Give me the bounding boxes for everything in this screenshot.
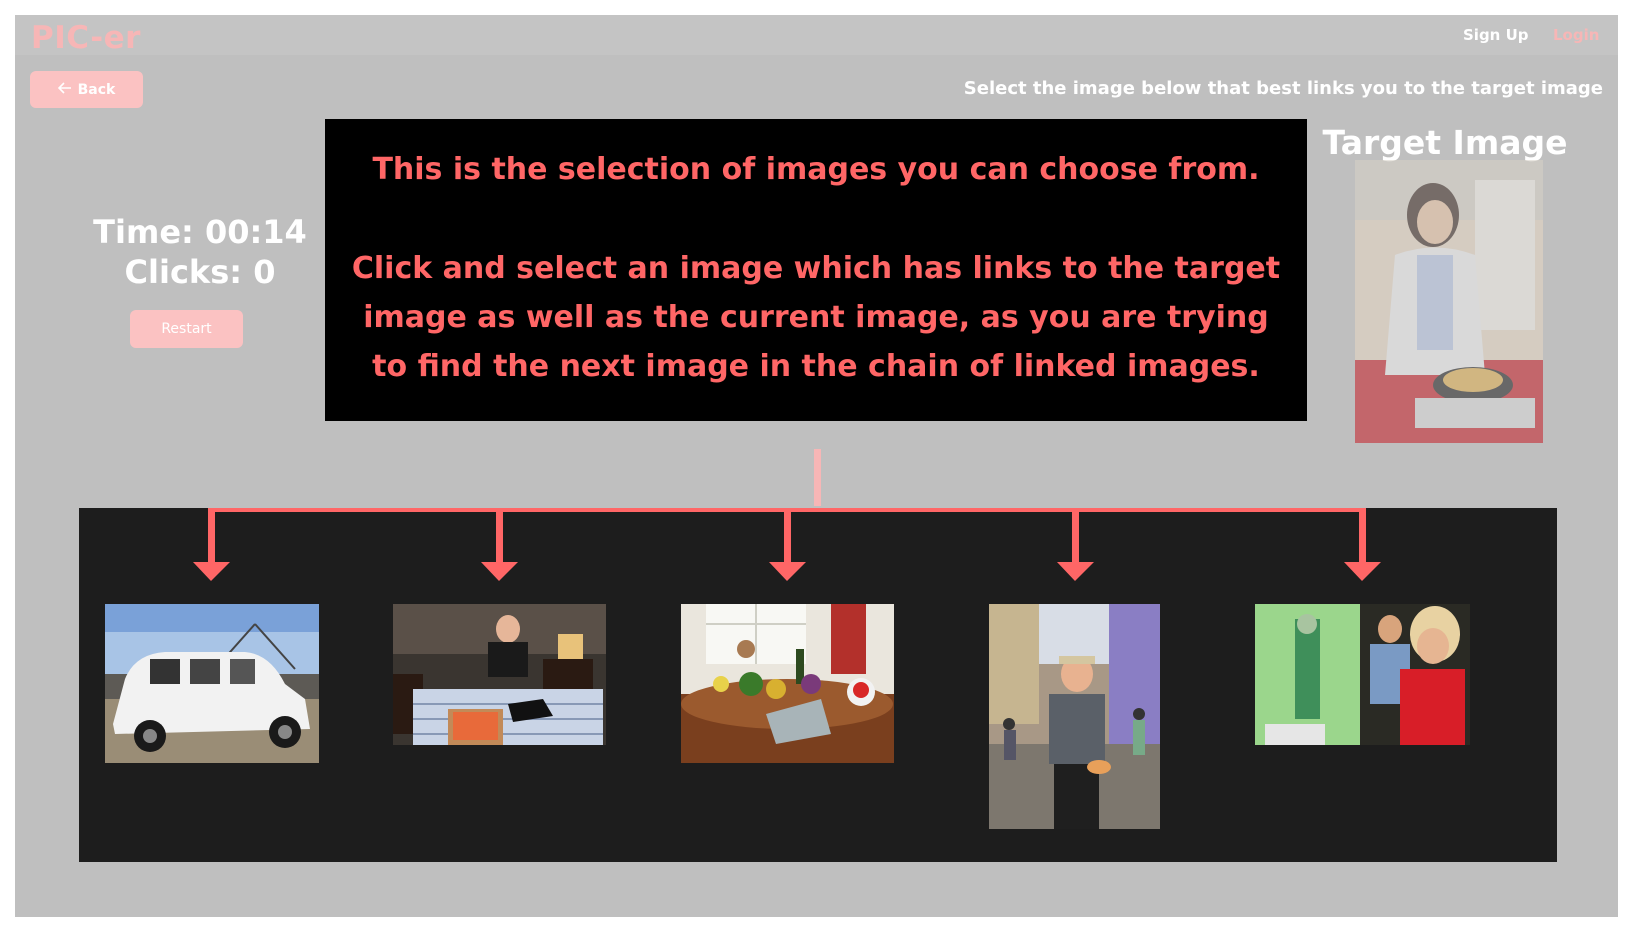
restart-button[interactable]: Restart (130, 310, 243, 348)
choice-image-kitchen-table[interactable] (681, 604, 894, 763)
timer-display: Time: 00:14 (93, 213, 307, 251)
arrow-left-icon (57, 81, 72, 98)
target-image (1355, 160, 1543, 443)
tutorial-text-1: This is the selection of images you can … (372, 152, 1260, 187)
clicks-counter: Clicks: 0 (124, 253, 276, 291)
choice-image-presentation[interactable] (1255, 604, 1470, 745)
navbar: PIC-er Sign Up Login (15, 15, 1618, 56)
login-link[interactable]: Login (1553, 26, 1599, 44)
choice-image-car[interactable] (105, 604, 319, 763)
back-button[interactable]: Back (30, 71, 143, 108)
signup-link[interactable]: Sign Up (1463, 26, 1529, 44)
distribution-arrows (193, 508, 1381, 581)
tutorial-text-2: Click and select an image which has link… (351, 251, 1281, 384)
app-logo[interactable]: PIC-er (31, 20, 141, 56)
target-image-title: Target Image (1322, 123, 1568, 162)
image-selection-gallery (79, 508, 1557, 862)
instruction-text: Select the image below that best links y… (963, 78, 1603, 99)
tutorial-overlay: This is the selection of images you can … (325, 119, 1307, 421)
app-frame: PIC-er Sign Up Login Back Select the ima… (15, 15, 1618, 917)
choice-image-man-in-street[interactable] (989, 604, 1160, 829)
back-label: Back (77, 81, 116, 98)
choice-image-man-on-bed[interactable] (393, 604, 606, 745)
arrow-connector-stem (814, 449, 821, 506)
